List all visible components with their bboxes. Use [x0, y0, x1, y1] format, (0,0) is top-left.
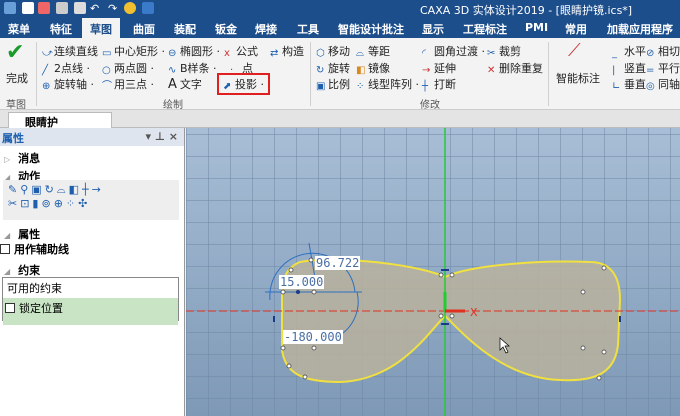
section-message[interactable]: ▷ 消息	[4, 150, 40, 166]
linear-pattern-button[interactable]: ⁘ 线型阵列 ·	[356, 76, 419, 92]
offset-button[interactable]: ⌓ 等距	[356, 43, 390, 59]
app-icon	[4, 2, 16, 14]
vertical-button[interactable]: | 竖直	[612, 60, 646, 76]
two-point-line-button[interactable]: ╱ 2点线 ·	[42, 60, 90, 76]
group-label-sketch: 草图	[6, 100, 26, 111]
fillet-button[interactable]: ◜ 圆角过渡 ·	[422, 43, 485, 59]
action-toolbar: ✎⚲▣↻⌓◧┼→ ✂⊡▮⊚⊕⁘✣	[3, 180, 179, 220]
formula-button[interactable]: x 公式	[224, 43, 258, 59]
tab-pmi[interactable]: PMI	[525, 21, 548, 34]
ellipse-button[interactable]: ⊖ 椭圆形 ·	[168, 43, 220, 59]
folder-icon[interactable]	[56, 2, 68, 14]
rotation-axis-button[interactable]: ⊕ 旋转轴 ·	[42, 76, 94, 92]
sketch-svg: X	[186, 128, 680, 416]
tab-tools[interactable]: 工具	[297, 21, 319, 37]
mirror-button[interactable]: ◧ 镜像	[356, 60, 390, 76]
lock-position-item[interactable]: 锁定位置	[3, 298, 178, 325]
text-button[interactable]: A 文字	[168, 76, 202, 92]
constraint-list-header: 可用的约束	[7, 282, 62, 295]
tab-smart-annotation[interactable]: 智能设计批注	[338, 21, 404, 37]
dimension-angle-neg[interactable]: -180.000	[283, 330, 343, 344]
two-point-circle-button[interactable]: ○ 两点圆 ·	[102, 60, 154, 76]
parallel-button[interactable]: = 平行	[646, 60, 680, 76]
tab-assembly[interactable]: 装配	[174, 21, 196, 37]
document-tab[interactable]: 眼睛护镜.ics*×	[8, 112, 112, 145]
save-icon[interactable]	[74, 2, 86, 14]
dimension-angle[interactable]: 96.722	[315, 256, 361, 270]
extend-button[interactable]: → 延伸	[422, 60, 456, 76]
dimension-length[interactable]: 15.000	[279, 275, 325, 289]
tab-feature[interactable]: 特征	[50, 21, 72, 37]
new-icon[interactable]	[22, 2, 34, 14]
tab-surface[interactable]: 曲面	[133, 21, 155, 37]
section-property[interactable]: ◢ 属性	[4, 226, 40, 242]
trim-button[interactable]: ✂ 裁剪	[487, 43, 521, 59]
rotate-button[interactable]: ↻ 旋转	[316, 60, 350, 76]
three-point-arc-button[interactable]: ⌒ 用三点 ·	[102, 76, 154, 92]
settings-icon[interactable]	[124, 2, 136, 14]
delete-duplicate-button[interactable]: ✕ 删除重复	[487, 60, 543, 76]
ribbon: ✔ 完成 草图 ⤻连续直线 ▭ 中心矩形 · ⊖ 椭圆形 · x 公式 ⇄ 构造 ╱ 2点…	[0, 38, 680, 111]
tab-display[interactable]: 显示	[422, 21, 444, 37]
perpendicular-button[interactable]: ∟ 垂直	[612, 76, 646, 92]
properties-panel: 属性 ▾ ⊥ × ▷ 消息 ◢ 动作 ✎⚲▣↻⌓◧┼→ ✂⊡▮⊚⊕⁘✣ ◢ 属性 用作辅…	[0, 128, 185, 416]
undo-icon[interactable]: ↶	[90, 2, 102, 15]
smart-dimension-button[interactable]: 智能标注	[556, 70, 600, 86]
tab-menu[interactable]: 菜单	[8, 21, 30, 37]
break-button[interactable]: ┼ 打断	[422, 76, 456, 92]
panel-title: 属性	[2, 132, 24, 145]
bspline-button[interactable]: ∿ B样条 ·	[168, 60, 217, 76]
smart-dimension-icon[interactable]: ⟋	[568, 40, 581, 61]
checkmark-icon[interactable]: ✔	[6, 40, 24, 65]
group-label-draw: 绘制	[163, 100, 183, 111]
tangent-button[interactable]: ⊘ 相切	[646, 43, 680, 59]
tab-weld[interactable]: 焊接	[255, 21, 277, 37]
document-tabs: 眼睛护镜.ics*×	[0, 110, 680, 145]
tab-common[interactable]: 常用	[565, 21, 587, 37]
polyline-button[interactable]: ⤻连续直线	[42, 43, 98, 59]
finish-button[interactable]: 完成	[6, 70, 28, 86]
tab-sketch[interactable]: 草图	[82, 18, 120, 38]
horizontal-button[interactable]: _ 水平	[612, 43, 646, 59]
tab-sheetmetal[interactable]: 钣金	[215, 21, 237, 37]
tab-engineering-annotation[interactable]: 工程标注	[463, 21, 507, 37]
title-bar: ↶ ↷ CAXA 3D 实体设计2019 - [眼睛护镜.ics*]	[0, 0, 680, 18]
menu-tabs: 菜单 特征 草图 曲面 装配 钣金 焊接 工具 智能设计批注 显示 工程标注 P…	[0, 18, 680, 38]
tab-addins[interactable]: 加载应用程序	[607, 21, 673, 37]
open-icon[interactable]	[38, 2, 50, 14]
section-constraint[interactable]: ◢ 约束	[4, 262, 40, 278]
panel-controls[interactable]: ▾ ⊥ ×	[146, 130, 178, 143]
action-icons[interactable]: ✎⚲▣↻⌓◧┼→ ✂⊡▮⊚⊕⁘✣	[3, 180, 179, 213]
move-button[interactable]: ⬡ 移动	[316, 43, 350, 59]
window-title: CAXA 3D 实体设计2019 - [眼睛护镜.ics*]	[420, 4, 633, 17]
group-label-modify: 修改	[420, 100, 440, 111]
redo-icon[interactable]: ↷	[108, 2, 120, 15]
constraint-list: 可用的约束 锁定位置	[2, 277, 179, 325]
construct-button[interactable]: ⇄ 构造	[270, 43, 304, 59]
x-axis-label: X	[470, 306, 478, 319]
projection-button[interactable]: ⬈ 投影 ·	[217, 73, 270, 95]
tool-icon[interactable]	[142, 2, 154, 14]
sketch-canvas[interactable]: X 96.722 15.000 -180.000	[186, 128, 680, 416]
aux-line-checkbox[interactable]: 用作辅助线	[0, 241, 69, 257]
scale-button[interactable]: ▣ 比例	[316, 76, 350, 92]
concentric-button[interactable]: ◎ 同轴	[646, 76, 680, 92]
center-rect-button[interactable]: ▭ 中心矩形 ·	[102, 43, 165, 59]
